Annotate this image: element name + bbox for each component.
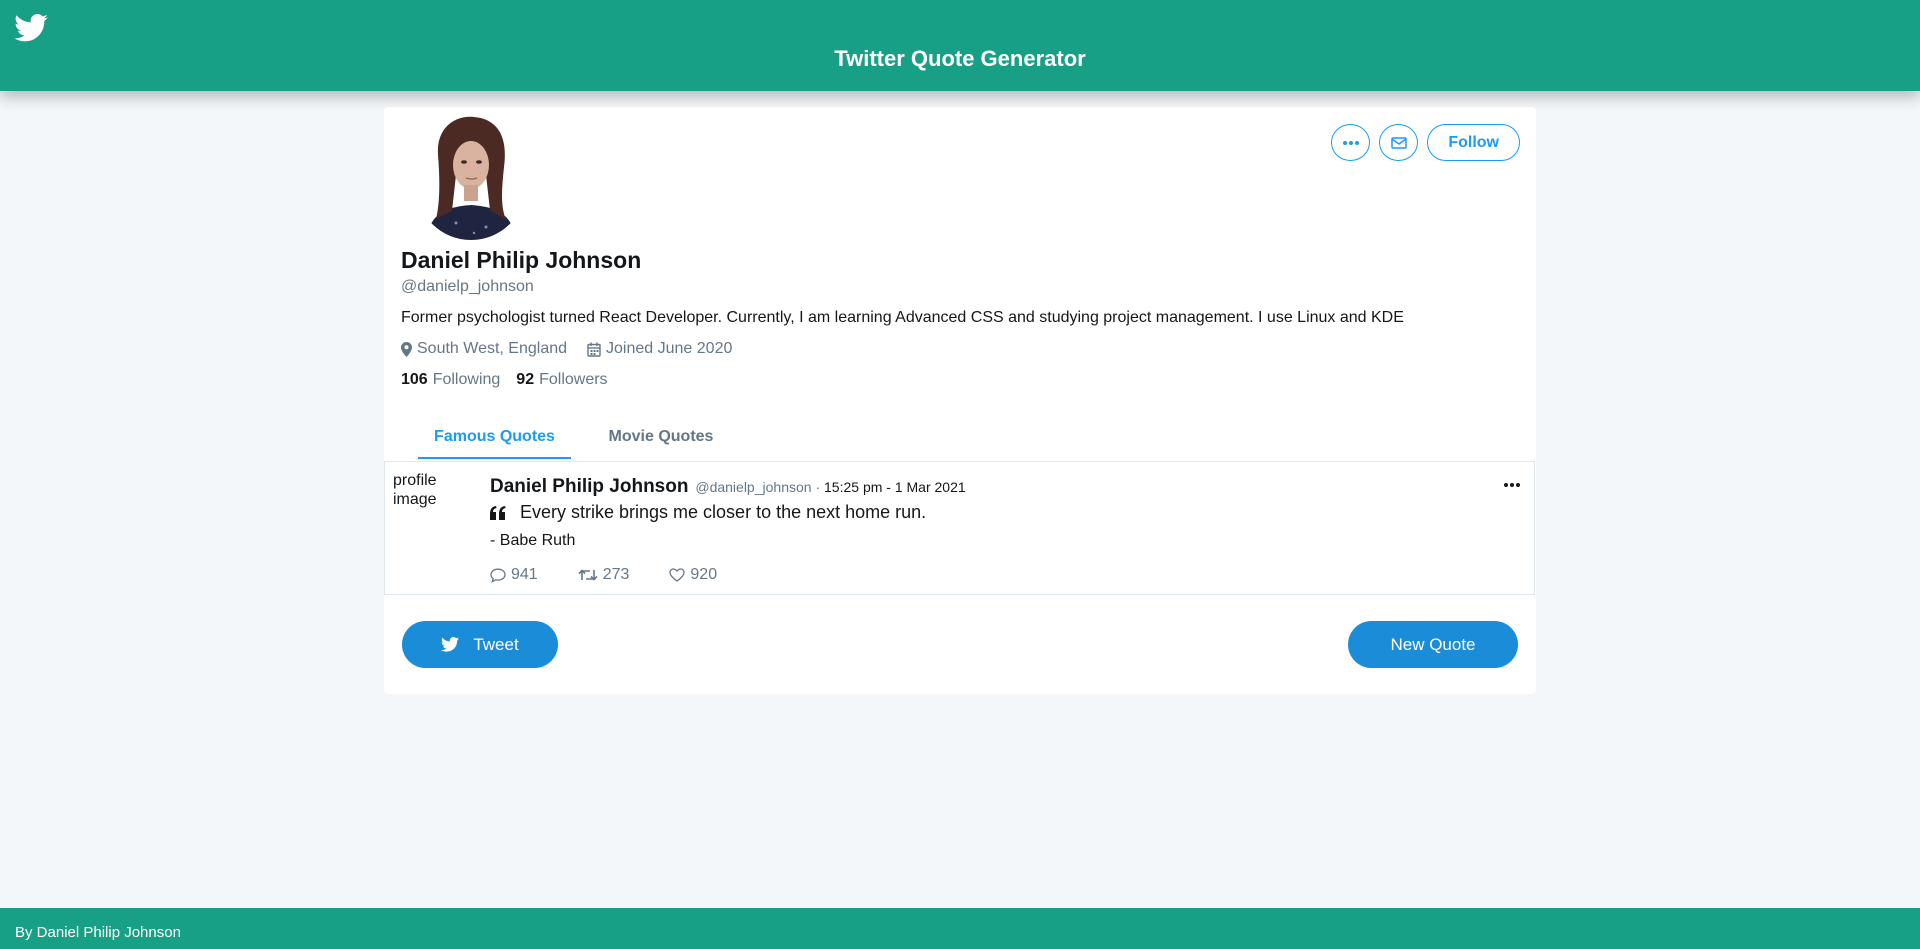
profile-bio: Former psychologist turned React Develop… [401,309,1404,326]
retweet-icon [578,569,598,581]
retweet-stat[interactable]: 273 [578,566,630,584]
followers-link[interactable]: 92 Followers [516,371,607,389]
tweet-timestamp: 15:25 pm - 1 Mar 2021 [824,479,966,495]
twitter-bird-icon [441,637,460,652]
page-title: Twitter Quote Generator [834,46,1086,71]
avatar-portrait [416,115,526,240]
reply-count: 941 [511,566,538,583]
tab-famous-quotes[interactable]: Famous Quotes [418,417,571,459]
followers-label: Followers [539,371,608,388]
profile-actions: Follow [1331,124,1520,161]
avatar [416,115,526,240]
quote-text: Every strike brings me closer to the nex… [520,502,927,522]
location-text: South West, England [417,340,568,357]
retweet-count: 273 [602,566,630,583]
reply-stat[interactable]: 941 [490,566,538,584]
tweet-stats: 941 273 920 [490,566,757,584]
top-bar: Twitter Quote Generator [0,0,1920,91]
ellipsis-icon [1342,140,1359,145]
map-marker-icon [401,341,412,357]
envelope-icon [1391,136,1407,149]
tweet-author-handle: @danielp_johnson [695,479,812,495]
follow-button[interactable]: Follow [1427,124,1520,161]
tweet-profile-image: profile image [393,472,437,508]
quote-tabs: Famous Quotes Movie Quotes [384,417,1536,459]
following-count: 106 [401,371,428,388]
footer: By Daniel Philip Johnson [0,908,1920,949]
profile-meta: South West, England Joined June 2020 [401,340,732,358]
tweet-button[interactable]: Tweet [402,621,558,668]
message-button[interactable] [1379,124,1419,161]
tweet-more-button[interactable] [1504,474,1520,492]
tweet-separator: · [815,479,821,495]
like-stat[interactable]: 920 [669,566,717,584]
comment-icon [490,568,506,583]
follow-counts: 106 Following 92 Followers [401,371,608,389]
new-quote-button[interactable]: New Quote [1348,621,1518,668]
quote-left-icon [490,505,506,520]
twitter-bird-icon [14,14,48,42]
profile-handle: @danielp_johnson [401,278,534,295]
following-link[interactable]: 106 Following [401,371,500,389]
tweet-header: Daniel Philip Johnson @danielp_johnson ·… [490,476,966,498]
heart-icon [669,568,686,582]
tab-movie-quotes[interactable]: Movie Quotes [571,417,751,459]
like-count: 920 [690,566,718,583]
followers-count: 92 [516,371,535,388]
tweet-author-name: Daniel Philip Johnson [490,476,689,497]
more-options-button[interactable] [1331,124,1371,161]
quote-author: - Babe Ruth [490,532,576,549]
tweet-card: profile image Daniel Philip Johnson @dan… [384,461,1535,595]
calendar-icon [587,342,601,357]
location-info: South West, England [401,340,567,358]
following-label: Following [432,371,501,388]
profile-card: Follow Daniel Philip Johnson @danielp_jo… [384,107,1536,694]
footer-text: By Daniel Philip Johnson [15,924,181,941]
ellipsis-icon [1504,483,1520,487]
joined-info: Joined June 2020 [587,340,732,358]
tweet-quote: Every strike brings me closer to the nex… [490,502,926,523]
profile-name: Daniel Philip Johnson [401,247,642,273]
joined-text: Joined June 2020 [606,340,733,357]
tweet-button-label: Tweet [473,634,519,654]
